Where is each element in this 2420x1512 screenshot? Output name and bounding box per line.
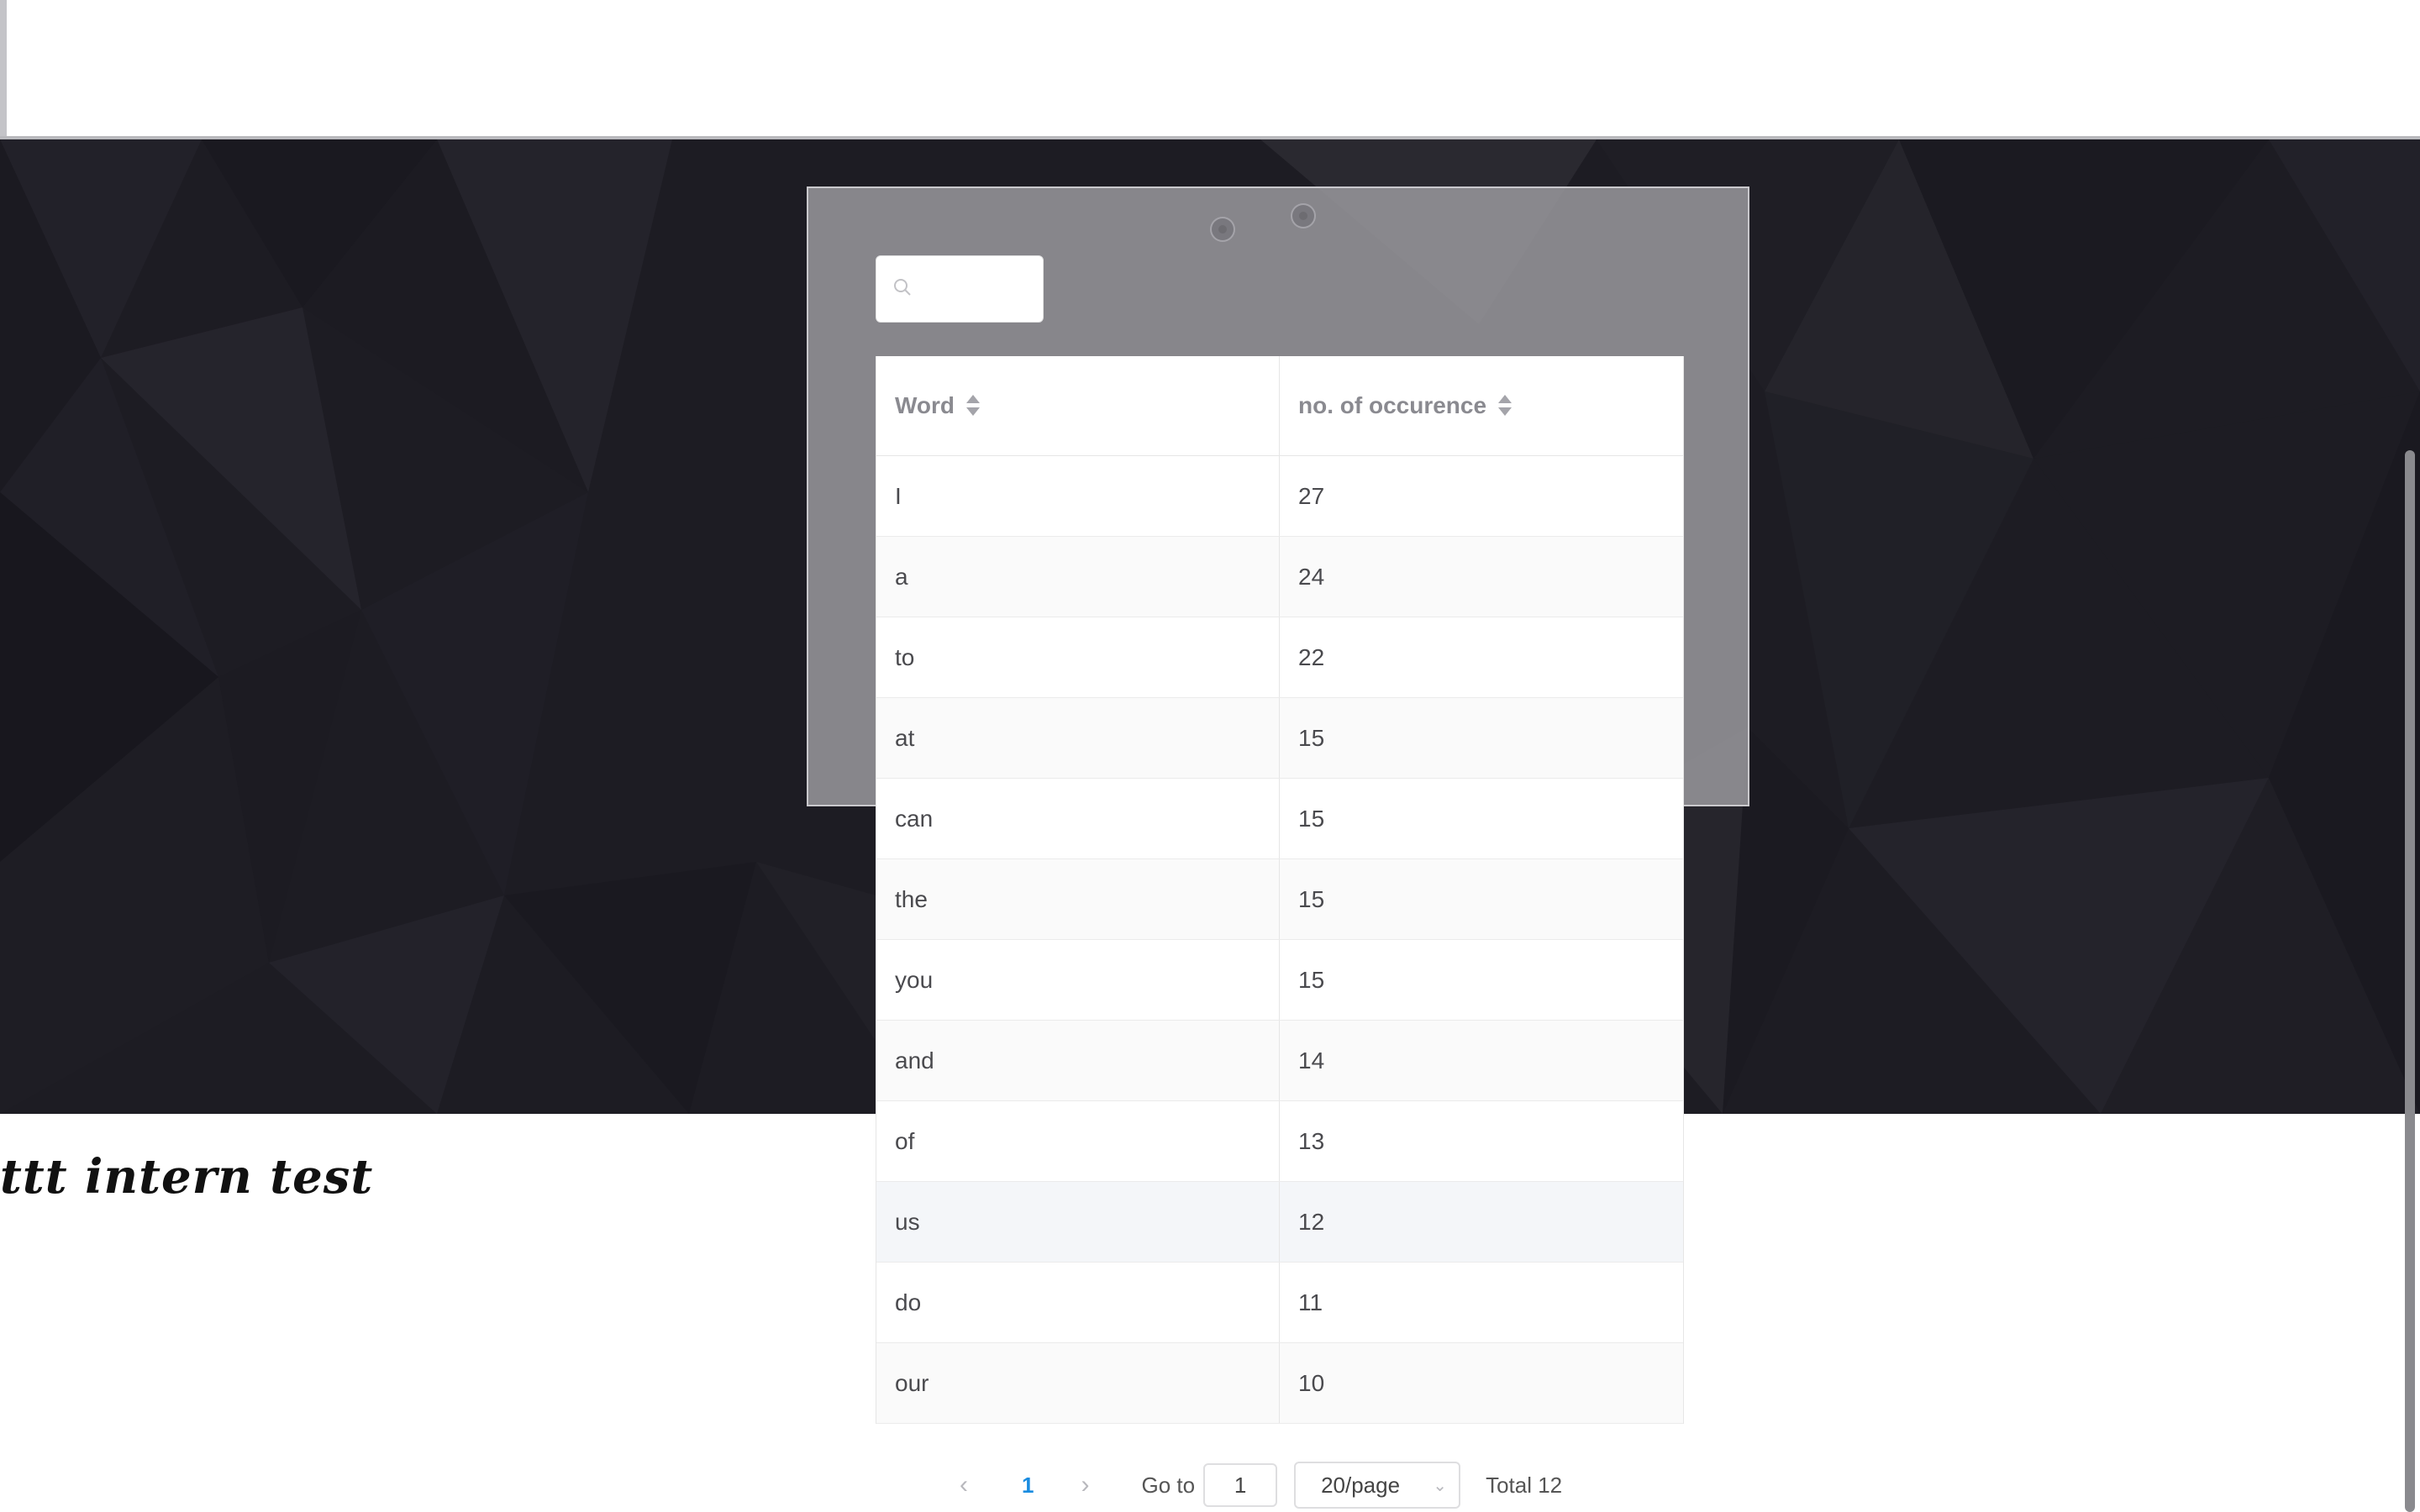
table-body: I 27 a 24 to 22 at 15 can 15 the 15 you 15 and 14 of 13 us…: [876, 456, 1683, 1424]
cell-word: at: [876, 698, 1280, 778]
chevron-left-icon[interactable]: ‹: [950, 1471, 978, 1499]
sort-icon[interactable]: [1498, 395, 1512, 417]
cell-word: us: [876, 1182, 1280, 1262]
table-row[interactable]: to 22: [876, 617, 1683, 698]
top-header-band: [0, 0, 2420, 141]
cell-occurrence: 14: [1298, 1047, 1325, 1074]
cell-word: a: [876, 537, 1280, 617]
cell-occurrence: 15: [1298, 885, 1325, 912]
goto-label: Go to: [1141, 1472, 1196, 1498]
column-header-label: Word: [895, 392, 955, 418]
cell-occurrence: 10: [1298, 1369, 1325, 1396]
page-number-current[interactable]: 1: [1022, 1473, 1034, 1499]
column-header-occurrence[interactable]: no. of occurence: [1280, 356, 1683, 455]
cell-word: of: [876, 1101, 1280, 1181]
sort-icon[interactable]: [966, 395, 981, 417]
cell-occurrence: 11: [1298, 1289, 1323, 1315]
pagination: ‹ 1 › Go to 1 20/page ⌄ Total 12: [950, 1462, 1622, 1509]
page-caption: ttt intern test: [0, 1149, 374, 1205]
cell-word: to: [876, 617, 1280, 697]
total-count: Total 12: [1486, 1472, 1563, 1498]
table-row[interactable]: can 15: [876, 779, 1683, 859]
panel-dot-icon: [1210, 217, 1235, 242]
cell-occurrence: 15: [1298, 966, 1325, 993]
cell-occurrence: 24: [1298, 563, 1325, 590]
table-row[interactable]: our 10: [876, 1343, 1683, 1424]
table-row[interactable]: you 15: [876, 940, 1683, 1021]
search-icon: [894, 279, 911, 296]
table-row[interactable]: I 27: [876, 456, 1683, 537]
search-box[interactable]: [876, 255, 1044, 323]
chevron-right-icon[interactable]: ›: [1071, 1471, 1099, 1499]
table-row[interactable]: a 24: [876, 537, 1683, 617]
table-row[interactable]: and 14: [876, 1021, 1683, 1101]
cell-occurrence: 15: [1298, 724, 1325, 751]
chevron-down-icon: ⌄: [1433, 1477, 1448, 1495]
page: Word no. of occurence I 27 a 24 to 22 at 15 can 1…: [0, 0, 2420, 1512]
table-row[interactable]: do 11: [876, 1263, 1683, 1343]
table-row[interactable]: of 13: [876, 1101, 1683, 1182]
cell-word: do: [876, 1263, 1280, 1342]
cell-word: you: [876, 940, 1280, 1020]
cell-word: the: [876, 859, 1280, 939]
cell-word: I: [876, 456, 1280, 536]
cell-occurrence: 12: [1298, 1208, 1325, 1235]
cell-word: and: [876, 1021, 1280, 1100]
cell-occurrence: 15: [1298, 805, 1325, 832]
word-table: Word no. of occurence I 27 a 24 to 22 at 15 can 1…: [876, 356, 1684, 1424]
column-header-word[interactable]: Word: [876, 356, 1280, 455]
cell-word: our: [876, 1343, 1280, 1423]
page-size-value: 20/page: [1321, 1472, 1401, 1498]
goto-page-input[interactable]: 1: [1203, 1463, 1278, 1507]
search-input[interactable]: [920, 265, 1038, 315]
cell-occurrence: 27: [1298, 482, 1325, 509]
cell-occurrence: 22: [1298, 643, 1325, 670]
table-row[interactable]: us 12: [876, 1182, 1683, 1263]
column-header-label: no. of occurence: [1298, 392, 1487, 418]
cell-word: can: [876, 779, 1280, 858]
page-size-select[interactable]: 20/page ⌄: [1294, 1462, 1461, 1509]
left-edge-divider: [0, 0, 7, 136]
cell-occurrence: 13: [1298, 1127, 1325, 1154]
table-row[interactable]: the 15: [876, 859, 1683, 940]
panel-dot-icon: [1291, 203, 1316, 228]
table-row[interactable]: at 15: [876, 698, 1683, 779]
table-header: Word no. of occurence: [876, 356, 1683, 456]
scrollbar-thumb[interactable]: [2405, 450, 2415, 1512]
